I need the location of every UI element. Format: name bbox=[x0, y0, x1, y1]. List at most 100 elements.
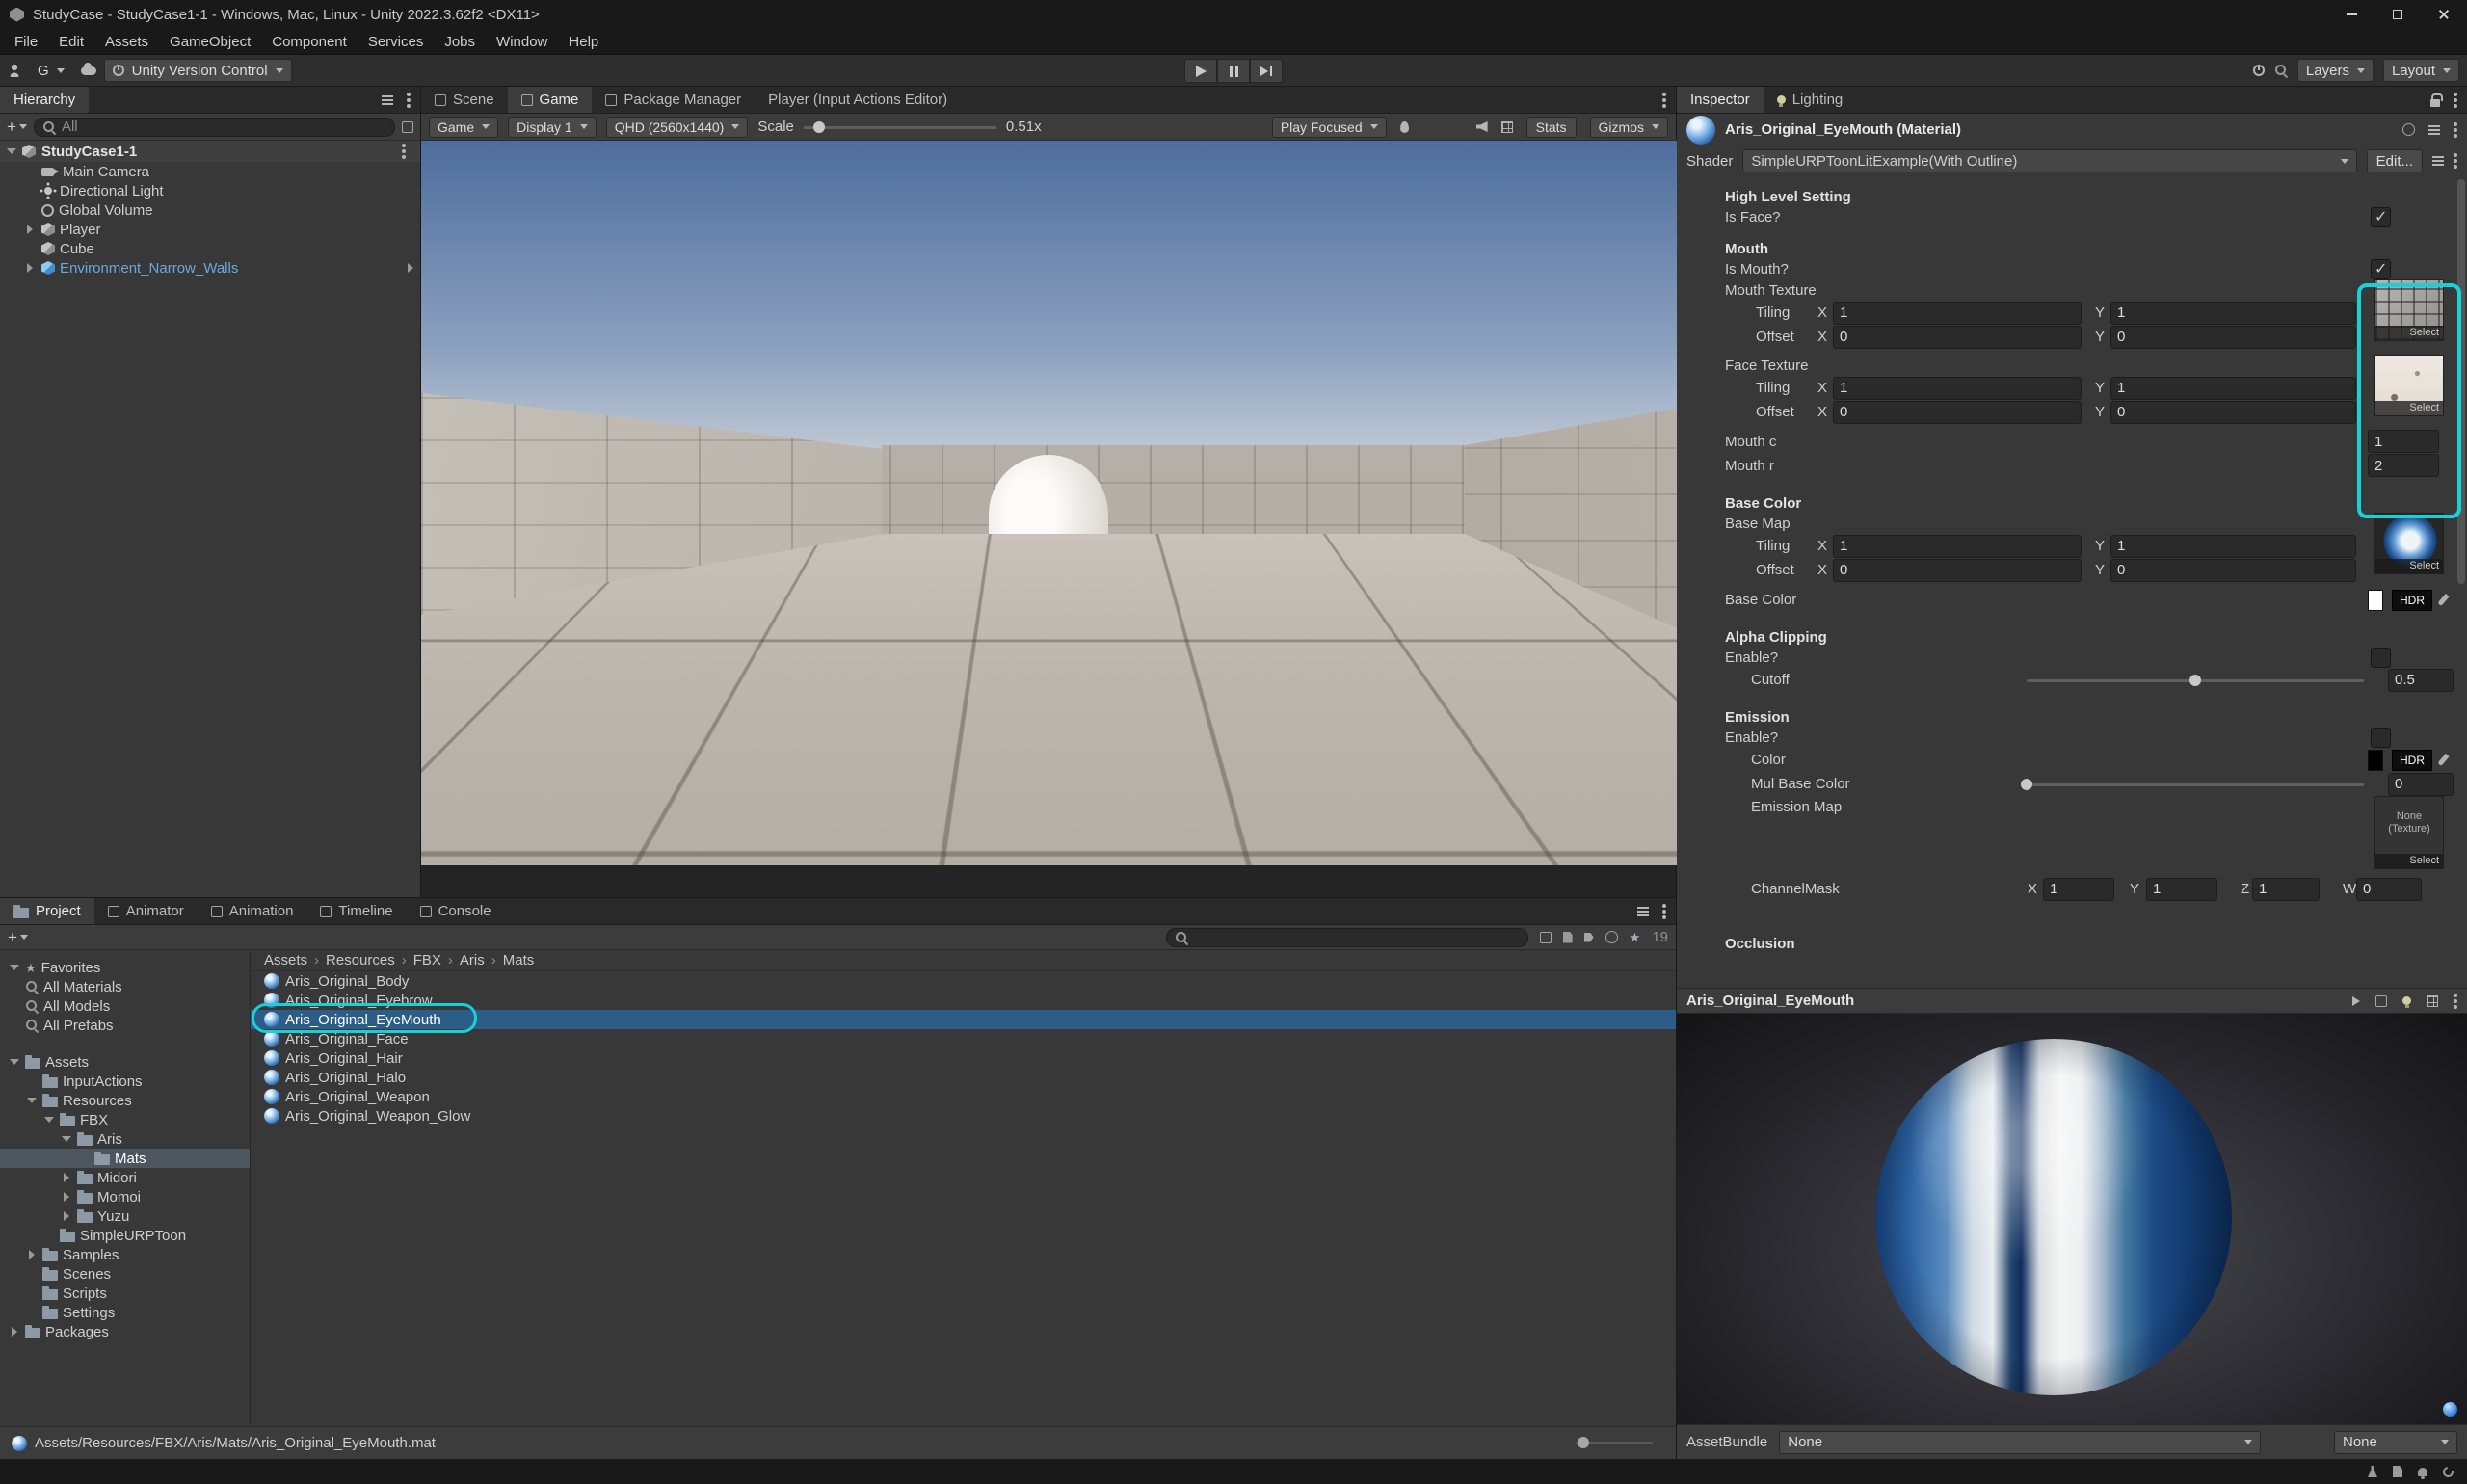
emission-map-thumbnail[interactable]: None (Texture) Select bbox=[2374, 796, 2444, 869]
panel-menu-icon[interactable] bbox=[407, 98, 411, 102]
vsync-grid-icon[interactable] bbox=[1501, 121, 1513, 133]
tree-scripts[interactable]: Scripts bbox=[0, 1284, 250, 1303]
expand-arrow-icon[interactable] bbox=[27, 225, 33, 234]
preview-menu-icon[interactable] bbox=[2454, 999, 2457, 1003]
menu-gameobject[interactable]: GameObject bbox=[159, 34, 261, 50]
file-aris-original-weapon[interactable]: Aris_Original_Weapon bbox=[251, 1087, 1676, 1106]
tree-samples[interactable]: Samples bbox=[0, 1245, 250, 1264]
tree-fbx[interactable]: FBX bbox=[0, 1110, 250, 1129]
account-dropdown[interactable]: G bbox=[29, 59, 73, 82]
lock-icon[interactable] bbox=[2430, 99, 2440, 107]
face-tiling-y-field[interactable] bbox=[2110, 377, 2356, 400]
tab-animation[interactable]: Animation bbox=[198, 898, 307, 924]
collapse-arrow-icon[interactable] bbox=[10, 965, 19, 970]
cutoff-field[interactable] bbox=[2388, 669, 2454, 692]
hierarchy-item-player[interactable]: Player bbox=[0, 220, 420, 239]
breadcrumb-mats[interactable]: Mats bbox=[503, 952, 535, 968]
notifications-icon[interactable] bbox=[2418, 1468, 2427, 1476]
preview-play-icon[interactable] bbox=[2352, 996, 2360, 1006]
info-icon[interactable] bbox=[1605, 931, 1618, 943]
presets-icon[interactable] bbox=[2428, 125, 2440, 135]
breadcrumb-aris[interactable]: Aris bbox=[460, 952, 485, 968]
menu-services[interactable]: Services bbox=[358, 34, 435, 50]
collapse-arrow-icon[interactable] bbox=[27, 1098, 37, 1103]
slider-handle[interactable] bbox=[2189, 675, 2201, 686]
tree-inputactions[interactable]: InputActions bbox=[0, 1072, 250, 1091]
context-menu-icon[interactable] bbox=[2454, 128, 2457, 132]
tree-resources[interactable]: Resources bbox=[0, 1091, 250, 1110]
save-search-icon[interactable]: ★ bbox=[1630, 931, 1641, 943]
menu-assets[interactable]: Assets bbox=[94, 34, 159, 50]
scale-slider[interactable] bbox=[804, 120, 996, 134]
panel-menu-icon[interactable] bbox=[2454, 98, 2457, 102]
create-asset-button[interactable]: + bbox=[8, 928, 28, 947]
expand-arrow-icon[interactable] bbox=[27, 263, 33, 273]
tree-mats-selected[interactable]: Mats bbox=[0, 1149, 250, 1168]
console-log-icon[interactable] bbox=[2393, 1466, 2402, 1477]
breadcrumb-resources[interactable]: Resources bbox=[326, 952, 395, 968]
shader-dropdown[interactable]: SimpleURPToonLitExample(With Outline) bbox=[1742, 149, 2356, 172]
base-color-swatch[interactable] bbox=[2368, 590, 2383, 611]
face-texture-thumbnail[interactable]: Select bbox=[2374, 355, 2444, 416]
is-face-checkbox[interactable] bbox=[2371, 207, 2391, 227]
expand-arrow-icon[interactable] bbox=[64, 1173, 69, 1182]
panel-menu-icon[interactable] bbox=[1662, 910, 1666, 914]
resolution-dropdown[interactable]: QHD (2560x1440) bbox=[606, 117, 749, 138]
favorite-all-prefabs[interactable]: All Prefabs bbox=[0, 1016, 250, 1035]
face-offset-x-field[interactable] bbox=[1833, 401, 2082, 424]
file-aris-original-halo[interactable]: Aris_Original_Halo bbox=[251, 1068, 1676, 1087]
open-prefab-icon[interactable] bbox=[408, 263, 413, 273]
project-search-field[interactable] bbox=[1166, 928, 1528, 947]
minimize-button[interactable] bbox=[2328, 0, 2374, 29]
cutoff-slider[interactable] bbox=[2027, 674, 2364, 687]
mouth-c-field[interactable] bbox=[2368, 430, 2439, 453]
tab-project[interactable]: Project bbox=[0, 898, 94, 924]
select-button[interactable]: Select bbox=[2375, 401, 2443, 415]
menu-file[interactable]: File bbox=[4, 34, 48, 50]
channel-y-field[interactable] bbox=[2146, 878, 2217, 901]
cloud-icon[interactable] bbox=[81, 66, 96, 75]
add-object-button[interactable]: + bbox=[7, 118, 27, 137]
open-search-icon[interactable] bbox=[1540, 932, 1552, 943]
version-control-dropdown[interactable]: Unity Version Control bbox=[104, 59, 292, 82]
pause-button[interactable] bbox=[1217, 59, 1250, 83]
breadcrumb-assets[interactable]: Assets bbox=[264, 952, 307, 968]
alpha-enable-checkbox[interactable] bbox=[2371, 648, 2391, 668]
step-button[interactable] bbox=[1250, 59, 1283, 83]
experimental-icon[interactable] bbox=[2368, 1466, 2377, 1477]
emission-color-swatch[interactable] bbox=[2368, 750, 2383, 771]
eyedropper-icon[interactable] bbox=[2437, 754, 2449, 766]
tree-momoi[interactable]: Momoi bbox=[0, 1187, 250, 1206]
mouth-texture-thumbnail[interactable]: Select bbox=[2374, 279, 2444, 341]
base-map-thumbnail[interactable]: Select bbox=[2374, 513, 2444, 574]
stats-button[interactable]: Stats bbox=[1526, 117, 1577, 138]
file-aris-original-eyemouth-selected[interactable]: Aris_Original_EyeMouth bbox=[251, 1010, 1676, 1029]
mul-base-color-slider[interactable] bbox=[2027, 778, 2364, 791]
scene-picking-icon[interactable] bbox=[402, 121, 413, 133]
expand-arrow-icon[interactable] bbox=[29, 1250, 35, 1259]
effects-icon[interactable] bbox=[1400, 121, 1409, 133]
favorites-header[interactable]: ★ Favorites bbox=[0, 958, 250, 977]
tree-settings[interactable]: Settings bbox=[0, 1303, 250, 1322]
expand-arrow-icon[interactable] bbox=[12, 1327, 17, 1337]
mouth-offset-x-field[interactable] bbox=[1833, 326, 2082, 349]
menu-component[interactable]: Component bbox=[261, 34, 358, 50]
maximize-button[interactable] bbox=[2374, 0, 2421, 29]
tab-inspector[interactable]: Inspector bbox=[1677, 87, 1764, 113]
filter-label-icon[interactable] bbox=[1584, 933, 1594, 942]
file-aris-original-face[interactable]: Aris_Original_Face bbox=[251, 1029, 1676, 1048]
tab-package-manager[interactable]: Package Manager bbox=[592, 87, 755, 113]
mouth-tiling-y-field[interactable] bbox=[2110, 302, 2356, 325]
slider-handle[interactable] bbox=[1578, 1437, 1589, 1448]
game-viewport[interactable] bbox=[421, 141, 1677, 865]
panel-menu-icon[interactable] bbox=[1662, 98, 1666, 102]
tab-game[interactable]: Game bbox=[508, 87, 593, 113]
play-focused-dropdown[interactable]: Play Focused bbox=[1272, 117, 1387, 138]
scene-header-row[interactable]: StudyCase1-1 bbox=[0, 141, 420, 162]
is-mouth-checkbox[interactable] bbox=[2371, 259, 2391, 279]
shader-menu-icon[interactable] bbox=[2454, 159, 2457, 163]
menu-window[interactable]: Window bbox=[486, 34, 558, 50]
preview-shape-icon[interactable] bbox=[2375, 995, 2387, 1007]
material-preview-area[interactable] bbox=[1677, 1014, 2467, 1424]
channel-z-field[interactable] bbox=[2252, 878, 2320, 901]
